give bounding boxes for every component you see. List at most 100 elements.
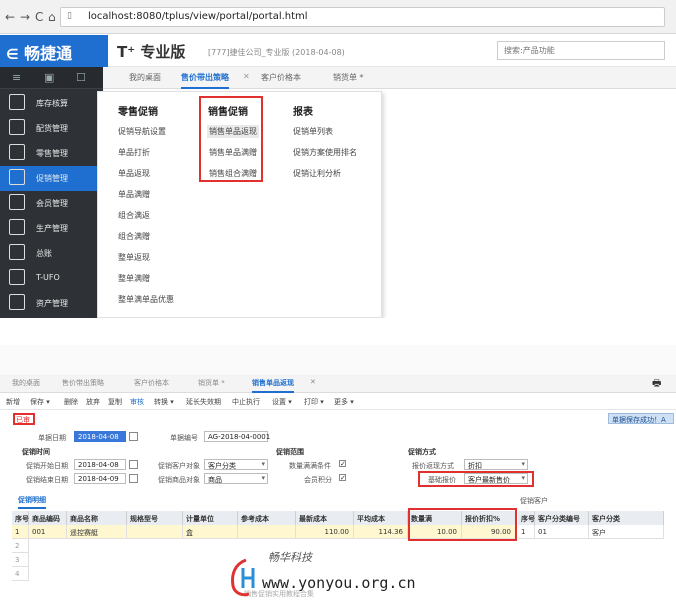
tab-customer-price[interactable]: 客户价格本 <box>134 378 169 388</box>
grid-cell[interactable]: 01 <box>535 525 589 539</box>
menu-item[interactable]: 组合满返 <box>118 210 150 221</box>
reload-icon[interactable]: C <box>35 10 43 24</box>
doc-date-field[interactable]: 2018-04-08 <box>74 431 126 442</box>
favorite-icon[interactable]: ▣ <box>44 71 54 84</box>
new-button[interactable]: 新增 <box>6 397 20 407</box>
sidebar-item-promotion[interactable]: 促销管理 <box>0 166 97 191</box>
base-price-select[interactable]: 客户最新售价 <box>464 473 528 484</box>
promo-customer-section: 促销客户 <box>520 497 548 505</box>
member-points-checkbox[interactable]: ✓ <box>339 474 346 482</box>
tab-close-icon[interactable]: ✕ <box>310 378 316 386</box>
menu-item[interactable]: 促销单列表 <box>293 126 333 137</box>
toolbar: 新增 保存 ▾ 删除 放弃 复制 审核 转换 ▾ 延长失效期 中止执行 设置 ▾… <box>0 393 676 410</box>
sidebar-item-distribution[interactable]: 配货管理 <box>0 116 97 141</box>
calendar-icon[interactable] <box>129 474 138 483</box>
more-button[interactable]: 更多 ▾ <box>334 397 354 407</box>
menu-item[interactable]: 单品满赠 <box>118 189 150 200</box>
rebate-mode-select[interactable]: 折扣 <box>464 459 528 470</box>
tab-close-icon[interactable]: ✕ <box>243 72 250 81</box>
grid-cell[interactable]: 001 <box>29 525 67 539</box>
tab-sales-single-rebate[interactable]: 销售单品返现 <box>252 378 294 393</box>
start-date-field[interactable]: 2018-04-08 <box>74 459 126 470</box>
sidebar-item-member[interactable]: 会员管理 <box>0 191 97 216</box>
promo-time-section: 促销时间 <box>22 448 50 456</box>
convert-button[interactable]: 转换 ▾ <box>154 397 174 407</box>
grid-cell[interactable]: 1 <box>518 525 535 539</box>
calendar-icon[interactable] <box>129 432 138 441</box>
save-button[interactable]: 保存 ▾ <box>30 397 50 407</box>
sidebar-toolbar: ≡ ▣ ☐ <box>0 67 103 89</box>
promo-goods-label: 促销商品对象 <box>158 476 200 484</box>
menu-item[interactable]: 促销让利分析 <box>293 168 341 179</box>
tab-price-strategy[interactable]: 售价带出策略 <box>181 72 229 89</box>
tab-price-strategy[interactable]: 售价带出策略 <box>62 378 104 388</box>
grid-cell[interactable] <box>238 525 296 539</box>
col-sales-title: 销售促销 <box>208 107 248 118</box>
sidebar-item-retail[interactable]: 零售管理 <box>0 141 97 166</box>
sidebar-item-ufo[interactable]: T-UFO <box>0 266 97 291</box>
search-box[interactable] <box>497 41 665 60</box>
delete-button[interactable]: 删除 <box>64 397 78 407</box>
promo-customer-select[interactable]: 客户分类 <box>204 459 268 470</box>
grid-cell[interactable]: 盒 <box>183 525 238 539</box>
row-number: 2 <box>12 539 29 553</box>
grid-cell[interactable]: 114.36 <box>354 525 408 539</box>
promo-goods-select[interactable]: 商品 <box>204 473 268 484</box>
menu-item-sales-single-rebate[interactable]: 销售单品返现 <box>207 125 259 138</box>
sidebar-item-inventory[interactable]: 库存核算 <box>0 91 97 116</box>
brand-logo[interactable]: ∈ 畅捷通 <box>0 35 108 67</box>
menu-item[interactable]: 组合满赠 <box>118 231 150 242</box>
settings-button[interactable]: 设置 ▾ <box>272 397 292 407</box>
sidebar-item-production[interactable]: 生产管理 <box>0 216 97 241</box>
distribution-icon <box>9 119 25 135</box>
menu-item-sales-single-gift[interactable]: 销售单品满赠 <box>209 147 257 158</box>
tab-desktop[interactable]: 我的桌面 <box>12 378 40 388</box>
tab-customer-price[interactable]: 客户价格本 <box>261 72 301 83</box>
grid-cell[interactable]: 110.00 <box>296 525 354 539</box>
tab-sales-order[interactable]: 销货单 * <box>333 72 364 83</box>
tab-desktop[interactable]: 我的桌面 <box>129 72 161 83</box>
menu-item-sales-combo-gift[interactable]: 销售组合满赠 <box>209 168 257 179</box>
tabs-bar: 我的桌面 售价带出策略 ✕ 客户价格本 销货单 * <box>103 67 676 89</box>
grid-cell[interactable]: 1 <box>12 525 29 539</box>
promo-customer-label: 促销客户对象 <box>158 462 200 470</box>
stop-execution-button[interactable]: 中止执行 <box>232 397 260 407</box>
company-info: [777]捷佳公司_专业版 (2018-04-08) <box>208 48 345 57</box>
grid-cell[interactable]: 客户 <box>589 525 664 539</box>
grid-header: 商品编码 <box>29 511 67 525</box>
grid-cell[interactable] <box>127 525 183 539</box>
sidebar: ≡ ▣ ☐ 库存核算 配货管理 零售管理 促销管理 会员管理 生产管理 总账 T… <box>0 67 103 318</box>
grid-cell[interactable]: 遥控赛艇 <box>67 525 127 539</box>
search-input[interactable] <box>498 42 664 59</box>
menu-item[interactable]: 整单返现 <box>118 252 150 263</box>
approve-button[interactable]: 审核 <box>130 397 144 407</box>
doc-no-field[interactable]: AG-2018-04-0001 <box>204 431 270 442</box>
inventory-icon <box>9 94 25 110</box>
data-cond-checkbox[interactable]: ✓ <box>339 460 346 468</box>
menu-item[interactable]: 单品返现 <box>118 168 150 179</box>
end-date-field[interactable]: 2018-04-09 <box>74 473 126 484</box>
grid-header: 客户分类编号 <box>535 511 589 525</box>
tab-promo-detail[interactable]: 促销明细 <box>18 495 46 509</box>
forward-icon[interactable]: → <box>20 10 30 24</box>
menu-item[interactable]: 单品打折 <box>118 147 150 158</box>
edit-icon[interactable]: ☐ <box>76 71 86 84</box>
menu-item[interactable]: 整单满赠 <box>118 273 150 284</box>
calendar-icon[interactable] <box>129 460 138 469</box>
menu-icon[interactable]: ≡ <box>12 71 21 84</box>
menu-item[interactable]: 促销导航设置 <box>118 126 166 137</box>
copy-button[interactable]: 复制 <box>108 397 122 407</box>
grid-header: 平均成本 <box>354 511 408 525</box>
sidebar-item-ledger[interactable]: 总账 <box>0 241 97 266</box>
menu-item[interactable]: 整单满单品优惠 <box>118 294 174 305</box>
print-button[interactable]: 打印 ▾ <box>304 397 324 407</box>
back-icon[interactable]: ← <box>5 10 15 24</box>
tab-sales-order[interactable]: 销货单 * <box>198 378 225 388</box>
sidebar-item-asset[interactable]: 资产管理 <box>0 291 97 316</box>
print-icon[interactable]: 🖶 <box>652 376 661 393</box>
discard-button[interactable]: 放弃 <box>86 397 100 407</box>
home-icon[interactable]: ⌂ <box>48 10 56 24</box>
extend-expiry-button[interactable]: 延长失效期 <box>186 397 221 407</box>
address-bar[interactable]: ▯ localhost:8080/tplus/view/portal/porta… <box>60 7 665 27</box>
menu-item[interactable]: 促销方案使用排名 <box>293 147 357 158</box>
